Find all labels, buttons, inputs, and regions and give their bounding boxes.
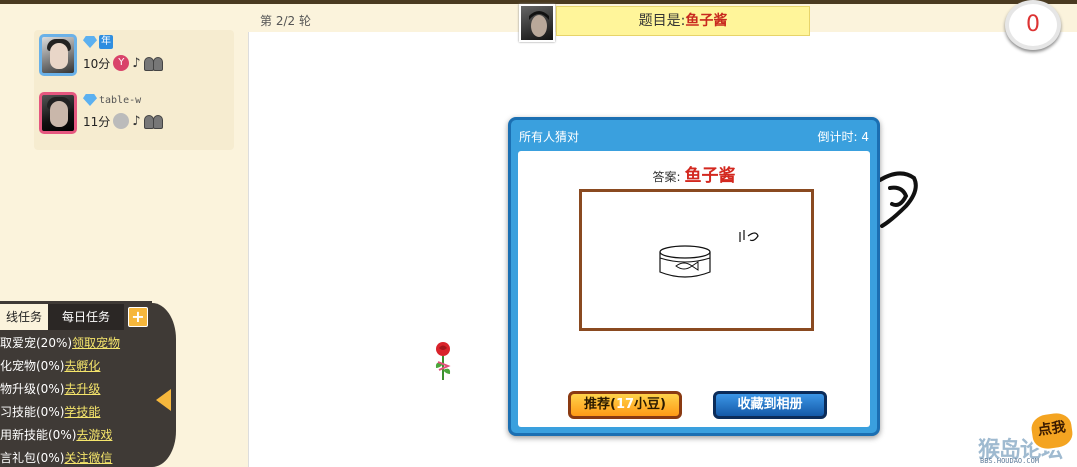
recommend-unit: 小豆) <box>634 397 666 412</box>
task-text: 习技能(0%) <box>0 405 65 419</box>
dialog-header: 所有人猜对 倒计时: 4 <box>519 128 869 144</box>
list-item: 言礼包(0%)关注微信 <box>0 447 152 467</box>
list-item: 物升级(0%)去升级 <box>0 378 152 401</box>
diamond-icon <box>83 36 97 48</box>
player-stats: 10分 Y ♪ <box>83 54 166 72</box>
task-text: 取爱宠(20%) <box>0 336 73 350</box>
tab-main-tasks[interactable]: 线任务 <box>0 304 48 330</box>
task-text: 化宠物(0%) <box>0 359 65 373</box>
friends-icon[interactable] <box>143 113 166 129</box>
rose-icon[interactable] <box>430 340 456 382</box>
arrow-left-icon <box>156 389 171 411</box>
task-text: 物升级(0%) <box>0 382 65 396</box>
topic-answer: 鱼子酱 <box>685 13 728 29</box>
list-item: 习技能(0%)学技能 <box>0 401 152 424</box>
task-text: 言礼包(0%) <box>0 451 65 465</box>
gift-icon[interactable] <box>113 113 130 129</box>
player-badges: table-w <box>83 92 141 108</box>
round-timer: 0 <box>1003 0 1063 52</box>
list-item: 用新技能(0%)去游戏 <box>0 424 152 447</box>
player-item[interactable]: table-w 11分 ♪ <box>39 92 229 136</box>
logo-url: BBS.HOUDAO.COM <box>980 457 1040 465</box>
player-avatar[interactable] <box>39 34 77 76</box>
topic-prefix: 题目是: <box>638 13 686 29</box>
task-tabs: 线任务 每日任务 <box>0 304 124 330</box>
tab-daily-tasks[interactable]: 每日任务 <box>48 304 124 330</box>
task-action-link[interactable]: 学技能 <box>64 405 100 419</box>
round-label: 第 2/2 轮 <box>260 14 311 28</box>
task-action-link[interactable]: 去孵化 <box>64 359 100 373</box>
player-score: 10分 <box>83 56 111 71</box>
topic-banner: 题目是:鱼子酱 <box>556 6 810 36</box>
answer-label: 答案: <box>652 170 681 184</box>
gift-icon[interactable]: Y <box>113 55 130 71</box>
music-note-icon[interactable]: ♪ <box>132 114 140 129</box>
player-badges: 年 <box>83 34 113 50</box>
timer-value: 0 <box>1005 0 1061 50</box>
task-panel: 线任务 每日任务 + 取爱宠(20%)领取宠物 化宠物(0%)去孵化 物升级(0… <box>0 301 152 467</box>
list-item: 化宠物(0%)去孵化 <box>0 355 152 378</box>
drawing-thumbnail <box>579 189 814 331</box>
answer-line: 答案: 鱼子酱 <box>518 161 870 186</box>
player-item[interactable]: 年 10分 Y ♪ <box>39 34 229 78</box>
logo-badge[interactable]: 点我 <box>1027 409 1077 453</box>
collapse-panel-button[interactable] <box>152 303 176 467</box>
task-action-link[interactable]: 去游戏 <box>76 428 112 442</box>
site-logo[interactable]: 猴岛论坛 BBS.HOUDAO.COM 点我 <box>978 409 1077 467</box>
task-action-link[interactable]: 关注微信 <box>64 451 112 465</box>
player-avatar[interactable] <box>39 92 77 134</box>
save-to-album-button[interactable]: 收藏到相册 <box>713 391 827 419</box>
task-list: 取爱宠(20%)领取宠物 化宠物(0%)去孵化 物升级(0%)去升级 习技能(0… <box>0 332 152 467</box>
task-text: 用新技能(0%) <box>0 428 77 442</box>
friends-icon[interactable] <box>143 55 166 71</box>
dialog-countdown: 倒计时: 4 <box>817 130 870 144</box>
result-dialog: 所有人猜对 倒计时: 4 答案: 鱼子酱 推荐(17小豆) 收藏到相册 <box>508 117 880 436</box>
add-task-button[interactable]: + <box>128 307 148 327</box>
task-action-link[interactable]: 去升级 <box>64 382 100 396</box>
recommend-button[interactable]: 推荐(17小豆) <box>568 391 682 419</box>
dialog-title: 所有人猜对 <box>519 130 580 144</box>
music-note-icon[interactable]: ♪ <box>132 56 140 71</box>
dialog-body: 答案: 鱼子酱 推荐(17小豆) 收藏到相册 <box>518 151 870 427</box>
answer-value: 鱼子酱 <box>684 166 736 186</box>
player-score: 11分 <box>83 114 111 129</box>
diamond-icon <box>83 94 97 106</box>
list-item: 取爱宠(20%)领取宠物 <box>0 332 152 355</box>
recommend-qty: 17 <box>615 397 635 412</box>
drawer-avatar <box>519 4 555 42</box>
drawing-sketch <box>659 230 759 278</box>
recommend-label: 推荐( <box>584 397 616 412</box>
year-badge: 年 <box>99 35 113 49</box>
player-name: table-w <box>99 94 142 106</box>
player-list: 年 10分 Y ♪ table-w 11分 ♪ <box>34 30 234 150</box>
player-stats: 11分 ♪ <box>83 112 166 130</box>
task-action-link[interactable]: 领取宠物 <box>72 336 120 350</box>
